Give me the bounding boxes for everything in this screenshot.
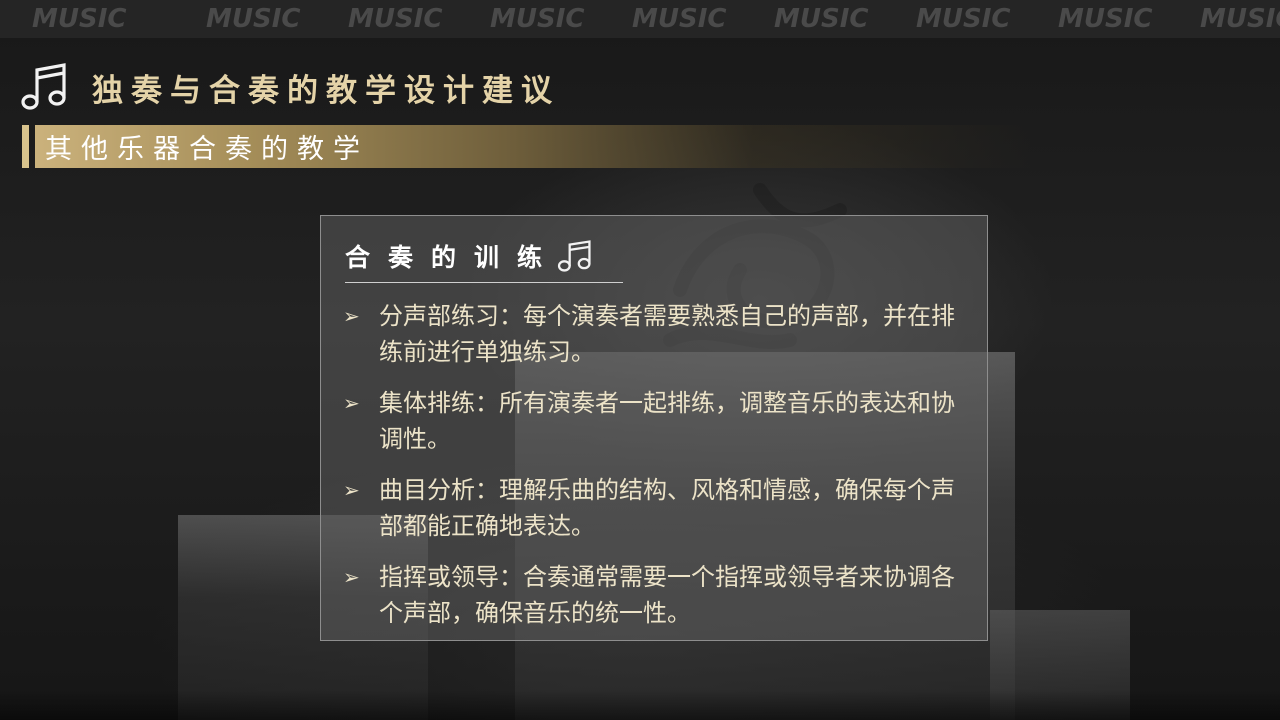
banner-word: MUSIC xyxy=(32,4,127,34)
list-item: ➢ 曲目分析：理解乐曲的结构、风格和情感，确保每个声部都能正确地表达。 xyxy=(343,472,973,544)
content-card: 合奏的训练 ➢ 分声部练习：每个演奏者需要熟悉自己的声部，并在排练前进行单独练习… xyxy=(320,215,988,641)
list-item: ➢ 集体排练：所有演奏者一起排练，调整音乐的表达和协调性。 xyxy=(343,385,973,457)
page-header: 独奏与合奏的教学设计建议 xyxy=(20,58,560,116)
list-item-text: 集体排练：所有演奏者一起排练，调整音乐的表达和协调性。 xyxy=(379,389,955,453)
arrow-bullet-icon: ➢ xyxy=(343,391,360,415)
section-title: 其他乐器合奏的教学 xyxy=(45,134,369,165)
list-item: ➢ 分声部练习：每个演奏者需要熟悉自己的声部，并在排练前进行单独练习。 xyxy=(343,298,973,370)
list-item-text: 指挥或领导：合奏通常需要一个指挥或领导者来协调各个声部，确保音乐的统一性。 xyxy=(379,563,955,627)
list-item-text: 曲目分析：理解乐曲的结构、风格和情感，确保每个声部都能正确地表达。 xyxy=(379,476,955,540)
arrow-bullet-icon: ➢ xyxy=(343,565,360,589)
card-header: 合奏的训练 xyxy=(345,230,623,283)
banner-word: MUSIC xyxy=(348,4,443,34)
list-item: ➢ 指挥或领导：合奏通常需要一个指挥或领导者来协调各个声部，确保音乐的统一性。 xyxy=(343,559,973,631)
arrow-bullet-icon: ➢ xyxy=(343,478,360,502)
banner-word: MUSIC xyxy=(490,4,585,34)
section-bar: 其他乐器合奏的教学 xyxy=(22,125,1032,168)
slide: MUSIC MUSIC MUSIC MUSIC MUSIC MUSIC MUSI… xyxy=(0,0,1280,720)
item-list: ➢ 分声部练习：每个演奏者需要熟悉自己的声部，并在排练前进行单独练习。 ➢ 集体… xyxy=(343,298,973,646)
arrow-bullet-icon: ➢ xyxy=(343,304,360,328)
music-note-icon xyxy=(21,63,66,110)
banner-word: MUSIC xyxy=(1058,4,1153,34)
banner-word: MUSIC xyxy=(774,4,869,34)
banner-word: MUSIC xyxy=(916,4,1011,34)
background-floor xyxy=(0,690,1280,720)
card-title: 合奏的训练 xyxy=(345,243,561,272)
banner-word: MUSIC xyxy=(1200,4,1280,34)
section-accent xyxy=(22,125,29,168)
page-title: 独奏与合奏的教学设计建议 xyxy=(92,72,560,109)
banner-word: MUSIC xyxy=(632,4,727,34)
music-banner: MUSIC MUSIC MUSIC MUSIC MUSIC MUSIC MUSI… xyxy=(0,0,1280,38)
section-strip: 其他乐器合奏的教学 xyxy=(35,125,1032,168)
music-note-icon xyxy=(557,240,591,272)
list-item-text: 分声部练习：每个演奏者需要熟悉自己的声部，并在排练前进行单独练习。 xyxy=(379,302,955,366)
banner-word: MUSIC xyxy=(206,4,301,34)
